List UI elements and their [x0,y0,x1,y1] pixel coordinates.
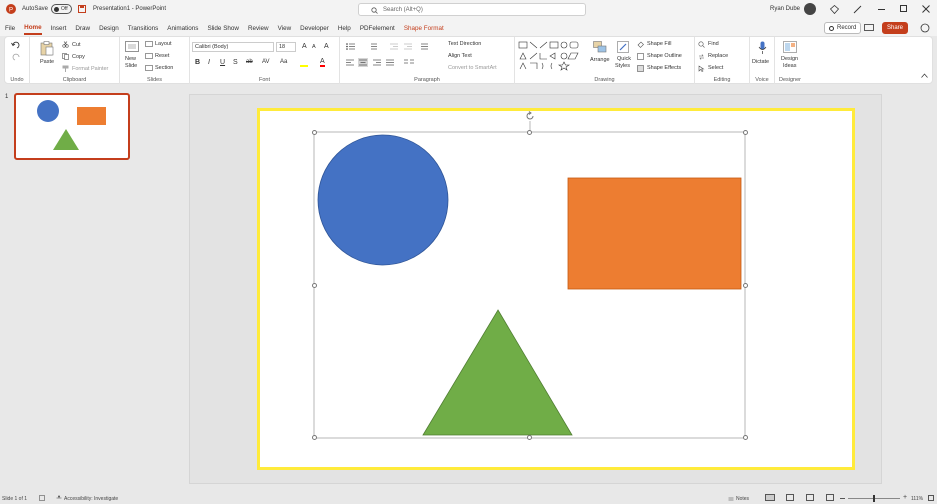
slideshow-view-icon[interactable] [826,494,834,501]
blue-circle[interactable] [317,134,449,266]
spelling-icon[interactable] [39,495,45,501]
status-bar: Slide 1 of 1 Accessibility: Investigate … [0,492,937,504]
handle-bottom-middle[interactable] [527,435,532,440]
handle-top-left[interactable] [312,130,317,135]
accessibility-status[interactable]: Accessibility: Investigate [64,496,118,502]
orange-rectangle[interactable] [567,177,742,290]
zoom-level[interactable]: 111% [911,496,923,502]
notes-icon [728,497,734,501]
notes-button[interactable]: Notes [736,496,749,502]
handle-bottom-left[interactable] [312,435,317,440]
zoom-slider-thumb[interactable] [873,495,875,502]
zoom-out-icon[interactable] [840,498,845,499]
reading-view-icon[interactable] [806,494,814,501]
accessibility-icon [56,495,62,499]
handle-bottom-right[interactable] [743,435,748,440]
zoom-in-icon[interactable]: + [903,494,907,501]
handle-middle-left[interactable] [312,283,317,288]
rotate-handle-icon[interactable] [525,111,535,121]
shapes-layer [313,121,746,439]
fit-slide-icon[interactable] [928,495,934,501]
green-triangle[interactable] [422,309,573,436]
handle-top-middle[interactable] [527,130,532,135]
handle-middle-right[interactable] [743,283,748,288]
slide-info: Slide 1 of 1 [2,496,28,502]
slide-sorter-icon[interactable] [786,494,794,501]
handle-top-right[interactable] [743,130,748,135]
normal-view-icon[interactable] [765,494,775,501]
